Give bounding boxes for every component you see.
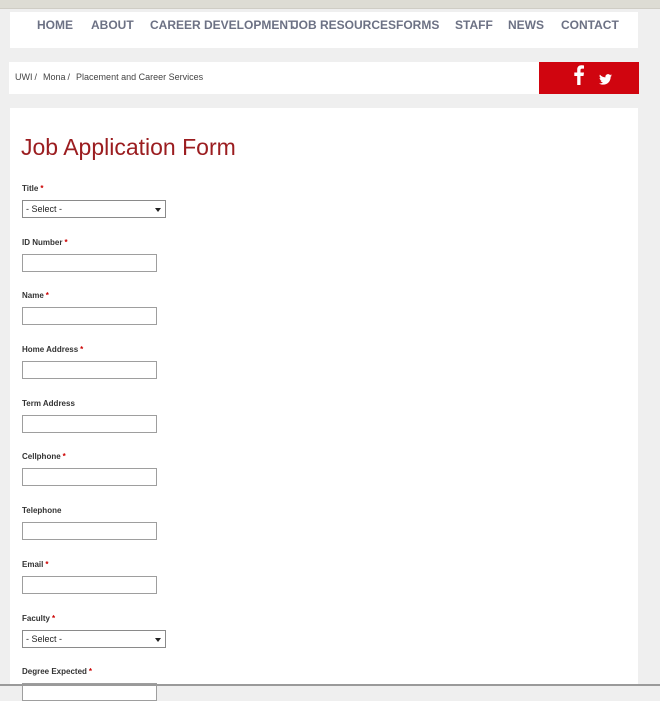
nav-about[interactable]: ABOUT [91,18,134,32]
label-name: Name * [22,291,49,300]
twitter-icon[interactable] [599,74,612,85]
breadcrumb-uwi[interactable]: UWI [15,72,33,82]
form-panel: Job Application Form Title * - Select - I… [10,108,638,701]
telephone-input[interactable] [22,522,157,540]
page-title: Job Application Form [21,134,236,160]
browser-top-strip [0,0,660,9]
social-links [539,62,639,94]
label-term-address: Term Address [22,399,75,408]
chevron-down-icon [155,638,161,642]
nav-forms[interactable]: FORMS [396,18,439,32]
name-input[interactable] [22,307,157,325]
id-number-input[interactable] [22,254,157,272]
label-home-address: Home Address * [22,345,84,354]
breadcrumb-separator: / [34,72,38,82]
label-telephone: Telephone [22,506,62,515]
label-email: Email * [22,560,49,569]
label-degree-expected: Degree Expected * [22,667,93,676]
label-title: Title * [22,184,44,193]
main-nav: HOME ABOUT CAREER DEVELOPMENT JOB RESOUR… [10,12,638,48]
breadcrumb-separator: / [67,72,71,82]
cellphone-input[interactable] [22,468,157,486]
label-cellphone: Cellphone * [22,452,66,461]
faculty-select[interactable]: - Select - [22,630,166,648]
label-id-number: ID Number * [22,238,68,247]
chevron-down-icon [155,208,161,212]
nav-contact[interactable]: CONTACT [561,18,619,32]
home-address-input[interactable] [22,361,157,379]
breadcrumb: UWI / Mona / Placement and Career Services [9,62,539,94]
label-faculty: Faculty * [22,614,56,623]
nav-career-development[interactable]: CAREER DEVELOPMENT [150,18,295,32]
facebook-icon[interactable] [574,65,584,85]
breadcrumb-mona[interactable]: Mona [43,72,66,82]
breadcrumb-current: Placement and Career Services [76,72,204,82]
nav-news[interactable]: NEWS [508,18,544,32]
nav-staff[interactable]: STAFF [455,18,493,32]
title-select[interactable]: - Select - [22,200,166,218]
nav-job-resources[interactable]: JOB RESOURCES [292,18,396,32]
term-address-input[interactable] [22,415,157,433]
email-input[interactable] [22,576,157,594]
nav-home[interactable]: HOME [37,18,73,32]
